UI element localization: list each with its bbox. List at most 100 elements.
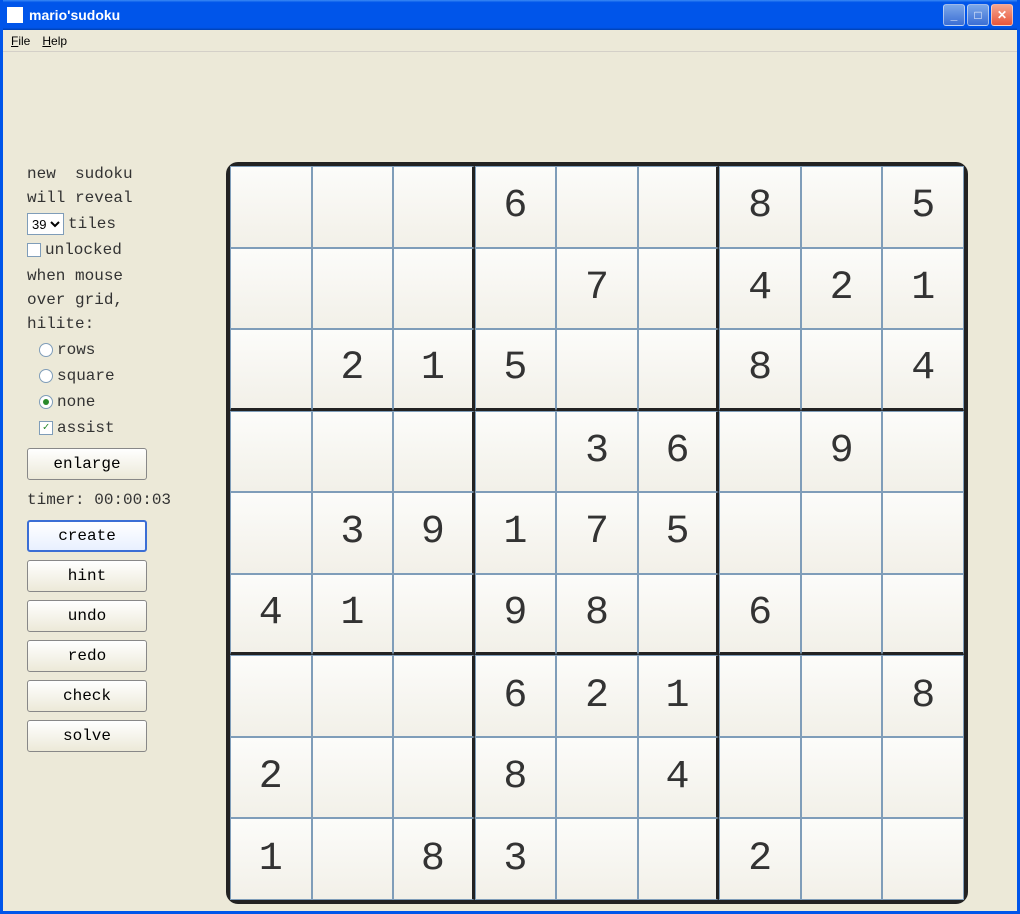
sudoku-cell[interactable]: [801, 655, 883, 737]
app-icon: [7, 7, 23, 23]
sudoku-cell[interactable]: [393, 248, 475, 330]
sudoku-cell[interactable]: [882, 737, 964, 819]
sudoku-cell[interactable]: 6: [719, 574, 801, 656]
sudoku-cell[interactable]: [638, 818, 720, 900]
sudoku-cell[interactable]: 5: [638, 492, 720, 574]
sudoku-cell[interactable]: 1: [230, 818, 312, 900]
sudoku-cell[interactable]: 6: [638, 411, 720, 493]
sudoku-cell[interactable]: [882, 574, 964, 656]
sudoku-cell[interactable]: 1: [312, 574, 394, 656]
sudoku-cell[interactable]: [230, 166, 312, 248]
sudoku-cell[interactable]: [230, 492, 312, 574]
sudoku-cell[interactable]: 7: [556, 248, 638, 330]
sudoku-cell[interactable]: 6: [475, 655, 557, 737]
radio-none[interactable]: [39, 395, 53, 409]
sudoku-cell[interactable]: 5: [882, 166, 964, 248]
sudoku-cell[interactable]: 3: [556, 411, 638, 493]
sudoku-cell[interactable]: [393, 574, 475, 656]
sudoku-cell[interactable]: [312, 248, 394, 330]
sudoku-cell[interactable]: 4: [638, 737, 720, 819]
sudoku-cell[interactable]: [719, 655, 801, 737]
sudoku-cell[interactable]: [230, 248, 312, 330]
sudoku-cell[interactable]: 5: [475, 329, 557, 411]
sudoku-cell[interactable]: [312, 166, 394, 248]
sudoku-cell[interactable]: [719, 411, 801, 493]
menu-help[interactable]: Help: [42, 34, 67, 48]
sudoku-cell[interactable]: 1: [882, 248, 964, 330]
sudoku-cell[interactable]: [638, 248, 720, 330]
tiles-select[interactable]: 39: [27, 213, 64, 235]
sudoku-cell[interactable]: [638, 329, 720, 411]
check-button[interactable]: check: [27, 680, 147, 712]
sudoku-cell[interactable]: [312, 411, 394, 493]
sudoku-cell[interactable]: [312, 655, 394, 737]
sudoku-cell[interactable]: [801, 166, 883, 248]
sudoku-cell[interactable]: [801, 492, 883, 574]
sudoku-cell[interactable]: [882, 411, 964, 493]
sudoku-cell[interactable]: [393, 737, 475, 819]
sudoku-cell[interactable]: 2: [719, 818, 801, 900]
sudoku-cell[interactable]: [719, 737, 801, 819]
hint-button[interactable]: hint: [27, 560, 147, 592]
sudoku-cell[interactable]: 8: [556, 574, 638, 656]
minimize-button[interactable]: _: [943, 4, 965, 26]
sudoku-cell[interactable]: 6: [475, 166, 557, 248]
sudoku-cell[interactable]: 8: [475, 737, 557, 819]
sudoku-cell[interactable]: 8: [882, 655, 964, 737]
sudoku-cell[interactable]: 9: [475, 574, 557, 656]
sudoku-cell[interactable]: [638, 166, 720, 248]
sudoku-cell[interactable]: [801, 329, 883, 411]
sudoku-cell[interactable]: 1: [638, 655, 720, 737]
sudoku-cell[interactable]: 2: [801, 248, 883, 330]
sudoku-cell[interactable]: [882, 818, 964, 900]
sudoku-cell[interactable]: 1: [393, 329, 475, 411]
sudoku-cell[interactable]: 2: [556, 655, 638, 737]
sudoku-cell[interactable]: 2: [230, 737, 312, 819]
sudoku-cell[interactable]: 7: [556, 492, 638, 574]
sudoku-cell[interactable]: [475, 248, 557, 330]
sudoku-cell[interactable]: 8: [719, 329, 801, 411]
radio-square[interactable]: [39, 369, 53, 383]
close-button[interactable]: ✕: [991, 4, 1013, 26]
sudoku-cell[interactable]: [393, 655, 475, 737]
sudoku-cell[interactable]: 1: [475, 492, 557, 574]
sudoku-cell[interactable]: [312, 818, 394, 900]
create-button[interactable]: create: [27, 520, 147, 552]
solve-button[interactable]: solve: [27, 720, 147, 752]
unlocked-checkbox[interactable]: [27, 243, 41, 257]
redo-button[interactable]: redo: [27, 640, 147, 672]
sudoku-cell[interactable]: 9: [393, 492, 475, 574]
sudoku-cell[interactable]: [882, 492, 964, 574]
sudoku-cell[interactable]: [638, 574, 720, 656]
sudoku-cell[interactable]: [556, 329, 638, 411]
sudoku-cell[interactable]: 8: [719, 166, 801, 248]
radio-rows[interactable]: [39, 343, 53, 357]
sudoku-cell[interactable]: 9: [801, 411, 883, 493]
sudoku-cell[interactable]: [393, 411, 475, 493]
sudoku-cell[interactable]: [556, 737, 638, 819]
sudoku-cell[interactable]: [719, 492, 801, 574]
undo-button[interactable]: undo: [27, 600, 147, 632]
sudoku-cell[interactable]: [393, 166, 475, 248]
sudoku-cell[interactable]: 3: [475, 818, 557, 900]
menu-file[interactable]: File: [11, 34, 30, 48]
sudoku-cell[interactable]: [801, 737, 883, 819]
sudoku-cell[interactable]: [475, 411, 557, 493]
sudoku-cell[interactable]: [556, 818, 638, 900]
enlarge-button[interactable]: enlarge: [27, 448, 147, 480]
assist-checkbox[interactable]: [39, 421, 53, 435]
sudoku-cell[interactable]: [556, 166, 638, 248]
sudoku-cell[interactable]: [312, 737, 394, 819]
sudoku-cell[interactable]: 4: [719, 248, 801, 330]
sudoku-cell[interactable]: [230, 411, 312, 493]
sudoku-cell[interactable]: 8: [393, 818, 475, 900]
sudoku-cell[interactable]: 3: [312, 492, 394, 574]
sudoku-cell[interactable]: [801, 818, 883, 900]
sudoku-cell[interactable]: [230, 655, 312, 737]
sudoku-cell[interactable]: [801, 574, 883, 656]
sudoku-cell[interactable]: 2: [312, 329, 394, 411]
sudoku-cell[interactable]: 4: [230, 574, 312, 656]
sudoku-cell[interactable]: 4: [882, 329, 964, 411]
sudoku-cell[interactable]: [230, 329, 312, 411]
maximize-button[interactable]: □: [967, 4, 989, 26]
